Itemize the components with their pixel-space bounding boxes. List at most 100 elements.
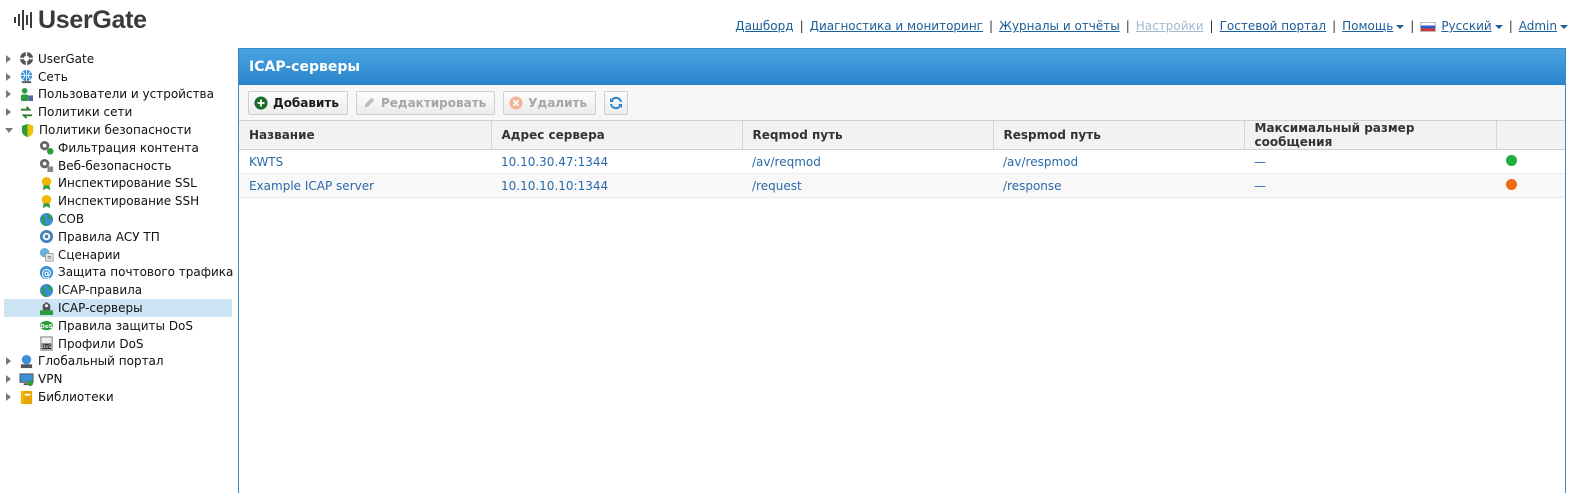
sidebar-item-global-portal[interactable]: Глобальный портал <box>0 353 232 371</box>
nav-dashboard[interactable]: Дашборд <box>735 19 793 33</box>
sidebar-item-usergate[interactable]: UserGate <box>0 50 232 68</box>
expand-arrow-icon[interactable] <box>6 375 11 384</box>
network-icon <box>18 69 34 85</box>
cell-max-size: — <box>1244 173 1496 198</box>
cell-name: KWTS <box>239 149 491 174</box>
sidebar-item-content-filtering[interactable]: Фильтрация контента <box>0 139 232 157</box>
expand-arrow-icon[interactable] <box>6 357 11 366</box>
web-security-icon <box>38 158 54 174</box>
nav-diagnostics[interactable]: Диагностика и мониторинг <box>810 19 983 33</box>
sidebar-item-ssl-inspection[interactable]: Инспектирование SSL <box>0 175 232 193</box>
sidebar-item-ids[interactable]: СОВ <box>0 210 232 228</box>
at-mail-icon: @ <box>38 264 54 280</box>
nav-separator: | <box>1508 19 1513 33</box>
expand-arrow-icon[interactable] <box>6 90 11 99</box>
sidebar-item-label: Защита почтового трафика <box>58 265 234 280</box>
delete-button[interactable]: Удалить <box>503 90 597 115</box>
nav-help-label: Помощь <box>1342 19 1394 33</box>
sidebar-item-users-devices[interactable]: Пользователи и устройства <box>0 86 232 104</box>
globe-icon <box>38 282 54 298</box>
sidebar-item-network-policies[interactable]: Политики сети <box>0 103 232 121</box>
nav-language[interactable]: Русский <box>1420 19 1503 33</box>
sidebar-item-vpn[interactable]: VPN <box>0 370 232 388</box>
sidebar-item-dos-rules[interactable]: DoS Правила защиты DoS <box>0 317 232 335</box>
column-header-max-size[interactable]: Максимальный размер сообщения <box>1244 121 1497 150</box>
sidebar-item-label: Веб-безопасность <box>58 158 172 173</box>
nav-settings[interactable]: Настройки <box>1136 19 1204 33</box>
table-row[interactable]: Example ICAP server 10.10.10.10:1344 /re… <box>239 173 1565 198</box>
scenario-icon <box>38 247 54 263</box>
sidebar-item-libraries[interactable]: Библиотеки <box>0 388 232 406</box>
svg-text:DoS: DoS <box>40 324 53 330</box>
sidebar-item-label: Политики безопасности <box>39 123 192 138</box>
collapse-arrow-icon[interactable] <box>5 127 13 133</box>
plus-circle-icon <box>253 95 269 111</box>
nav-separator: | <box>988 19 994 33</box>
usergate-icon <box>18 51 34 67</box>
sidebar-item-label: Политики сети <box>38 105 133 120</box>
chevron-down-icon <box>1494 24 1503 29</box>
cell-respmod: /response <box>993 173 1244 198</box>
sidebar-item-label: Правила защиты DoS <box>58 318 194 333</box>
status-online-icon <box>1506 154 1517 166</box>
cell-status <box>1496 173 1565 198</box>
content-filter-icon <box>38 140 54 156</box>
nav-admin[interactable]: Admin <box>1519 19 1568 33</box>
sidebar-tree: UserGate Сеть Пользователи и устройства … <box>0 50 234 406</box>
expand-arrow-icon[interactable] <box>6 72 11 81</box>
sidebar-item-web-security[interactable]: Веб-безопасность <box>0 157 232 175</box>
icap-servers-panel: ICAP-серверы Добавить Редактировать Удал… <box>238 48 1566 493</box>
add-button[interactable]: Добавить <box>248 90 348 115</box>
sidebar-item-label: ICAP-серверы <box>58 301 143 316</box>
column-header-name[interactable]: Название <box>239 121 492 150</box>
cell-address: 10.10.30.47:1344 <box>491 149 742 174</box>
cell-status <box>1496 149 1565 174</box>
sidebar-item-icap-servers[interactable]: ICAP-серверы <box>4 299 232 317</box>
pencil-icon <box>361 95 377 111</box>
nav-separator: | <box>1209 19 1214 33</box>
cell-reqmod: /request <box>742 173 993 198</box>
expand-arrow-icon[interactable] <box>6 54 11 63</box>
sidebar-item-ssh-inspection[interactable]: Инспектирование SSH <box>0 192 232 210</box>
sidebar-item-mail-protection[interactable]: @ Защита почтового трафика <box>0 264 234 282</box>
refresh-icon <box>608 95 624 111</box>
sidebar-item-label: Сценарии <box>58 247 121 262</box>
nav-help[interactable]: Помощь <box>1342 19 1405 33</box>
nav-guest-portal[interactable]: Гостевой портал <box>1220 19 1326 33</box>
column-header-status[interactable] <box>1496 121 1565 150</box>
chevron-down-icon <box>1396 24 1405 29</box>
edit-button-label: Редактировать <box>380 95 487 110</box>
nav-logs-reports[interactable]: Журналы и отчёты <box>999 19 1120 33</box>
sidebar-item-icap-rules[interactable]: ICAP-правила <box>0 281 232 299</box>
svg-text:DoS: DoS <box>41 344 50 350</box>
cell-reqmod: /av/reqmod <box>742 149 993 174</box>
expand-arrow-icon[interactable] <box>6 108 11 117</box>
sidebar-item-label: Пользователи и устройства <box>38 87 214 102</box>
sidebar-item-security-policies[interactable]: Политики безопасности <box>0 121 232 139</box>
panel-toolbar: Добавить Редактировать Удалить <box>239 85 1565 121</box>
column-header-reqmod[interactable]: Reqmod путь <box>742 121 994 150</box>
table-row[interactable]: KWTS 10.10.30.47:1344 /av/reqmod /av/res… <box>239 149 1565 174</box>
sidebar-item-label: Глобальный портал <box>38 354 164 369</box>
sidebar-item-label: ICAP-правила <box>58 283 143 298</box>
nav-separator: | <box>1332 19 1337 33</box>
column-header-address[interactable]: Адрес сервера <box>491 121 743 150</box>
edit-button[interactable]: Редактировать <box>355 90 496 115</box>
refresh-button[interactable] <box>604 90 629 115</box>
library-icon <box>18 389 34 405</box>
table-header-row: Название Адрес сервера Reqmod путь Respm… <box>239 121 1565 150</box>
certificate-icon <box>38 175 54 191</box>
sidebar-item-scada-rules[interactable]: Правила АСУ ТП <box>0 228 232 246</box>
sidebar-item-dos-profiles[interactable]: DoS Профили DoS <box>0 335 232 353</box>
expand-arrow-icon[interactable] <box>6 393 11 402</box>
security-shield-icon <box>19 122 35 138</box>
vpn-icon <box>18 371 34 387</box>
sidebar-item-label: Правила АСУ ТП <box>58 229 160 244</box>
sidebar-item-label: Библиотеки <box>38 390 114 405</box>
sidebar-item-scenarios[interactable]: Сценарии <box>0 246 232 264</box>
usergate-logo: UserGate <box>14 4 147 36</box>
delete-button-label: Удалить <box>528 95 588 110</box>
column-header-respmod[interactable]: Respmod путь <box>993 121 1245 150</box>
sidebar-item-network[interactable]: Сеть <box>0 68 232 86</box>
nav-separator: | <box>799 19 804 33</box>
